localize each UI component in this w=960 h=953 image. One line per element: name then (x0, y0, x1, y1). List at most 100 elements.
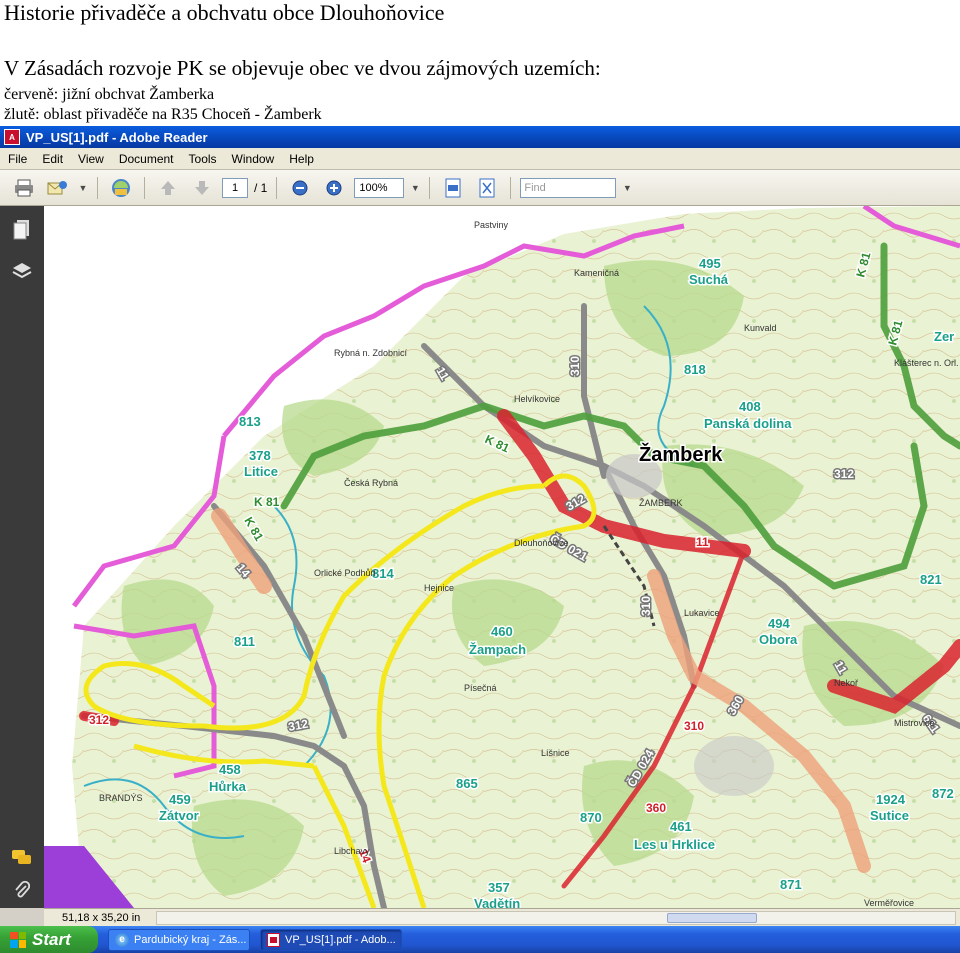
map-small-label: ŽAMBERK (639, 498, 683, 508)
scrollbar-thumb[interactable] (667, 913, 757, 923)
map-small-label: Česká Rybná (344, 478, 398, 488)
map-small-label: Pastviny (474, 220, 509, 230)
print-icon[interactable] (10, 176, 38, 200)
menu-edit[interactable]: Edit (40, 151, 65, 167)
zoom-select[interactable]: 100% (354, 177, 405, 198)
taskbar-item-browser[interactable]: e Pardubický kraj - Zás... (108, 928, 250, 951)
attachment-icon[interactable] (10, 878, 34, 902)
map-small-label: Líšnice (541, 748, 570, 758)
map-place-label: 871 (780, 877, 802, 892)
map-small-label: Nekoř (834, 678, 859, 688)
map-canvas: 495Suchá 818 408 Panská dolina Žamberk 813 378… (44, 206, 960, 908)
window-title: VP_US[1].pdf - Adobe Reader (26, 129, 208, 145)
map-small-label: Hejnice (424, 583, 454, 593)
map-place-label: Les u Hrklice (634, 837, 715, 852)
map-place-label: Zer (934, 329, 954, 344)
map-place-label: Obora (759, 632, 798, 647)
layers-icon[interactable] (10, 258, 34, 282)
map-place-label: Hůrka (209, 779, 247, 794)
map-small-label: Verměřovice (864, 898, 914, 908)
slide-legend-yellow: žlutě: oblast přivaděče na R35 Choceň - … (4, 106, 322, 123)
fit-page-icon[interactable] (439, 176, 467, 200)
menu-bar: File Edit View Document Tools Window Hel… (0, 148, 960, 170)
adobe-reader-window: A VP_US[1].pdf - Adobe Reader File Edit … (0, 126, 960, 926)
taskbar-item-label: VP_US[1].pdf - Adob... (285, 933, 396, 946)
horizontal-scrollbar[interactable] (156, 911, 956, 925)
road-number-label: 312 (834, 467, 854, 481)
chevron-down-icon[interactable]: ▼ (78, 176, 88, 200)
page-count: / 1 (254, 180, 268, 195)
navigation-panel (0, 206, 44, 908)
pdf-icon: A (4, 129, 20, 145)
window-titlebar[interactable]: A VP_US[1].pdf - Adobe Reader (0, 126, 960, 148)
map-place-label: Žampach (469, 642, 526, 657)
map-small-label: Orlické Podhůří (314, 568, 377, 578)
browser-icon: e (115, 932, 129, 947)
pages-icon[interactable] (10, 218, 34, 242)
start-button[interactable]: Start (0, 926, 98, 953)
road-number-label: 360 (646, 801, 666, 815)
status-bar: 51,18 x 35,20 in (44, 908, 960, 926)
zoom-out-icon[interactable] (286, 176, 314, 200)
map-place-label: 811 (234, 634, 255, 649)
map-place-label: 872 (932, 786, 954, 801)
map-place-label: 357 (488, 880, 510, 895)
road-number-label: 11 (696, 535, 709, 549)
map-small-label: Klášterec n. Orl. (894, 358, 959, 368)
toolbar: ▼ 1 / 1 100% ▼ Find ▼ (0, 170, 960, 206)
map-view[interactable]: 495 Suchá 818 408 Panská dolina Žamberk 813 378… (44, 206, 960, 908)
collaborate-icon[interactable] (107, 176, 135, 200)
map-place-label: Suchá (689, 272, 729, 287)
menu-document[interactable]: Document (117, 151, 176, 167)
road-number-label: 310 (639, 596, 653, 616)
map-small-label: Kunvald (744, 323, 777, 333)
page-number-input[interactable]: 1 (222, 177, 248, 198)
map-place-label: 461 (670, 819, 692, 834)
find-input[interactable]: Find (520, 177, 617, 198)
map-place-label: Zátvor (159, 808, 199, 823)
map-place-label: 818 (684, 362, 706, 377)
road-number-label: 310 (684, 719, 704, 733)
map-small-label: Dlouhoňovice (514, 538, 569, 548)
menu-view[interactable]: View (76, 151, 106, 167)
map-place-label: 495 (699, 256, 721, 271)
pdf-file-icon (267, 932, 280, 947)
slide-subtitle: V Zásadách rozvoje PK se objevuje obec v… (4, 56, 601, 80)
menu-help[interactable]: Help (287, 151, 316, 167)
slide-legend-red: červeně: jižní obchvat Žamberka (4, 86, 215, 103)
road-number-label: K 81 (254, 495, 280, 509)
map-place-label: 460 (491, 624, 513, 639)
taskbar-item-label: Pardubický kraj - Zás... (134, 933, 247, 946)
map-small-label: Písečná (464, 683, 497, 693)
map-place-label: 813 (239, 414, 261, 429)
zoom-in-icon[interactable] (320, 176, 348, 200)
arrow-up-icon[interactable] (154, 176, 182, 200)
taskbar-item-reader[interactable]: VP_US[1].pdf - Adob... (260, 928, 402, 951)
chevron-down-icon[interactable]: ▼ (622, 176, 632, 200)
comments-icon[interactable] (10, 846, 34, 870)
map-place-label: Vadětín (474, 896, 520, 908)
map-small-label: Helvíkovice (514, 394, 560, 404)
menu-tools[interactable]: Tools (187, 151, 219, 167)
menu-window[interactable]: Window (230, 151, 277, 167)
map-small-label: Mistrovice (894, 718, 935, 728)
arrow-down-icon[interactable] (188, 176, 216, 200)
chevron-down-icon[interactable]: ▼ (410, 176, 420, 200)
map-place-label: Žamberk (639, 442, 723, 466)
map-place-label: 458 (219, 762, 241, 777)
map-place-label: 494 (768, 616, 790, 631)
map-place-label: 459 (169, 792, 191, 807)
taskbar: Start e Pardubický kraj - Zás... VP_US[1… (0, 926, 960, 953)
full-screen-icon[interactable] (473, 176, 501, 200)
slide-title: Historie přivaděče a obchvatu obce Dlouh… (4, 0, 445, 25)
town-letohrad-area (694, 736, 774, 796)
map-place-label: 378 (249, 448, 271, 463)
email-icon[interactable] (44, 176, 72, 200)
menu-file[interactable]: File (6, 151, 29, 167)
map-small-label: Kameničná (574, 268, 619, 278)
map-small-label: Rybná n. Zdobnicí (334, 348, 408, 358)
start-label: Start (32, 929, 71, 949)
page-size: 51,18 x 35,20 in (62, 911, 141, 924)
map-place-label: 865 (456, 776, 478, 791)
map-place-label: 870 (580, 810, 602, 825)
